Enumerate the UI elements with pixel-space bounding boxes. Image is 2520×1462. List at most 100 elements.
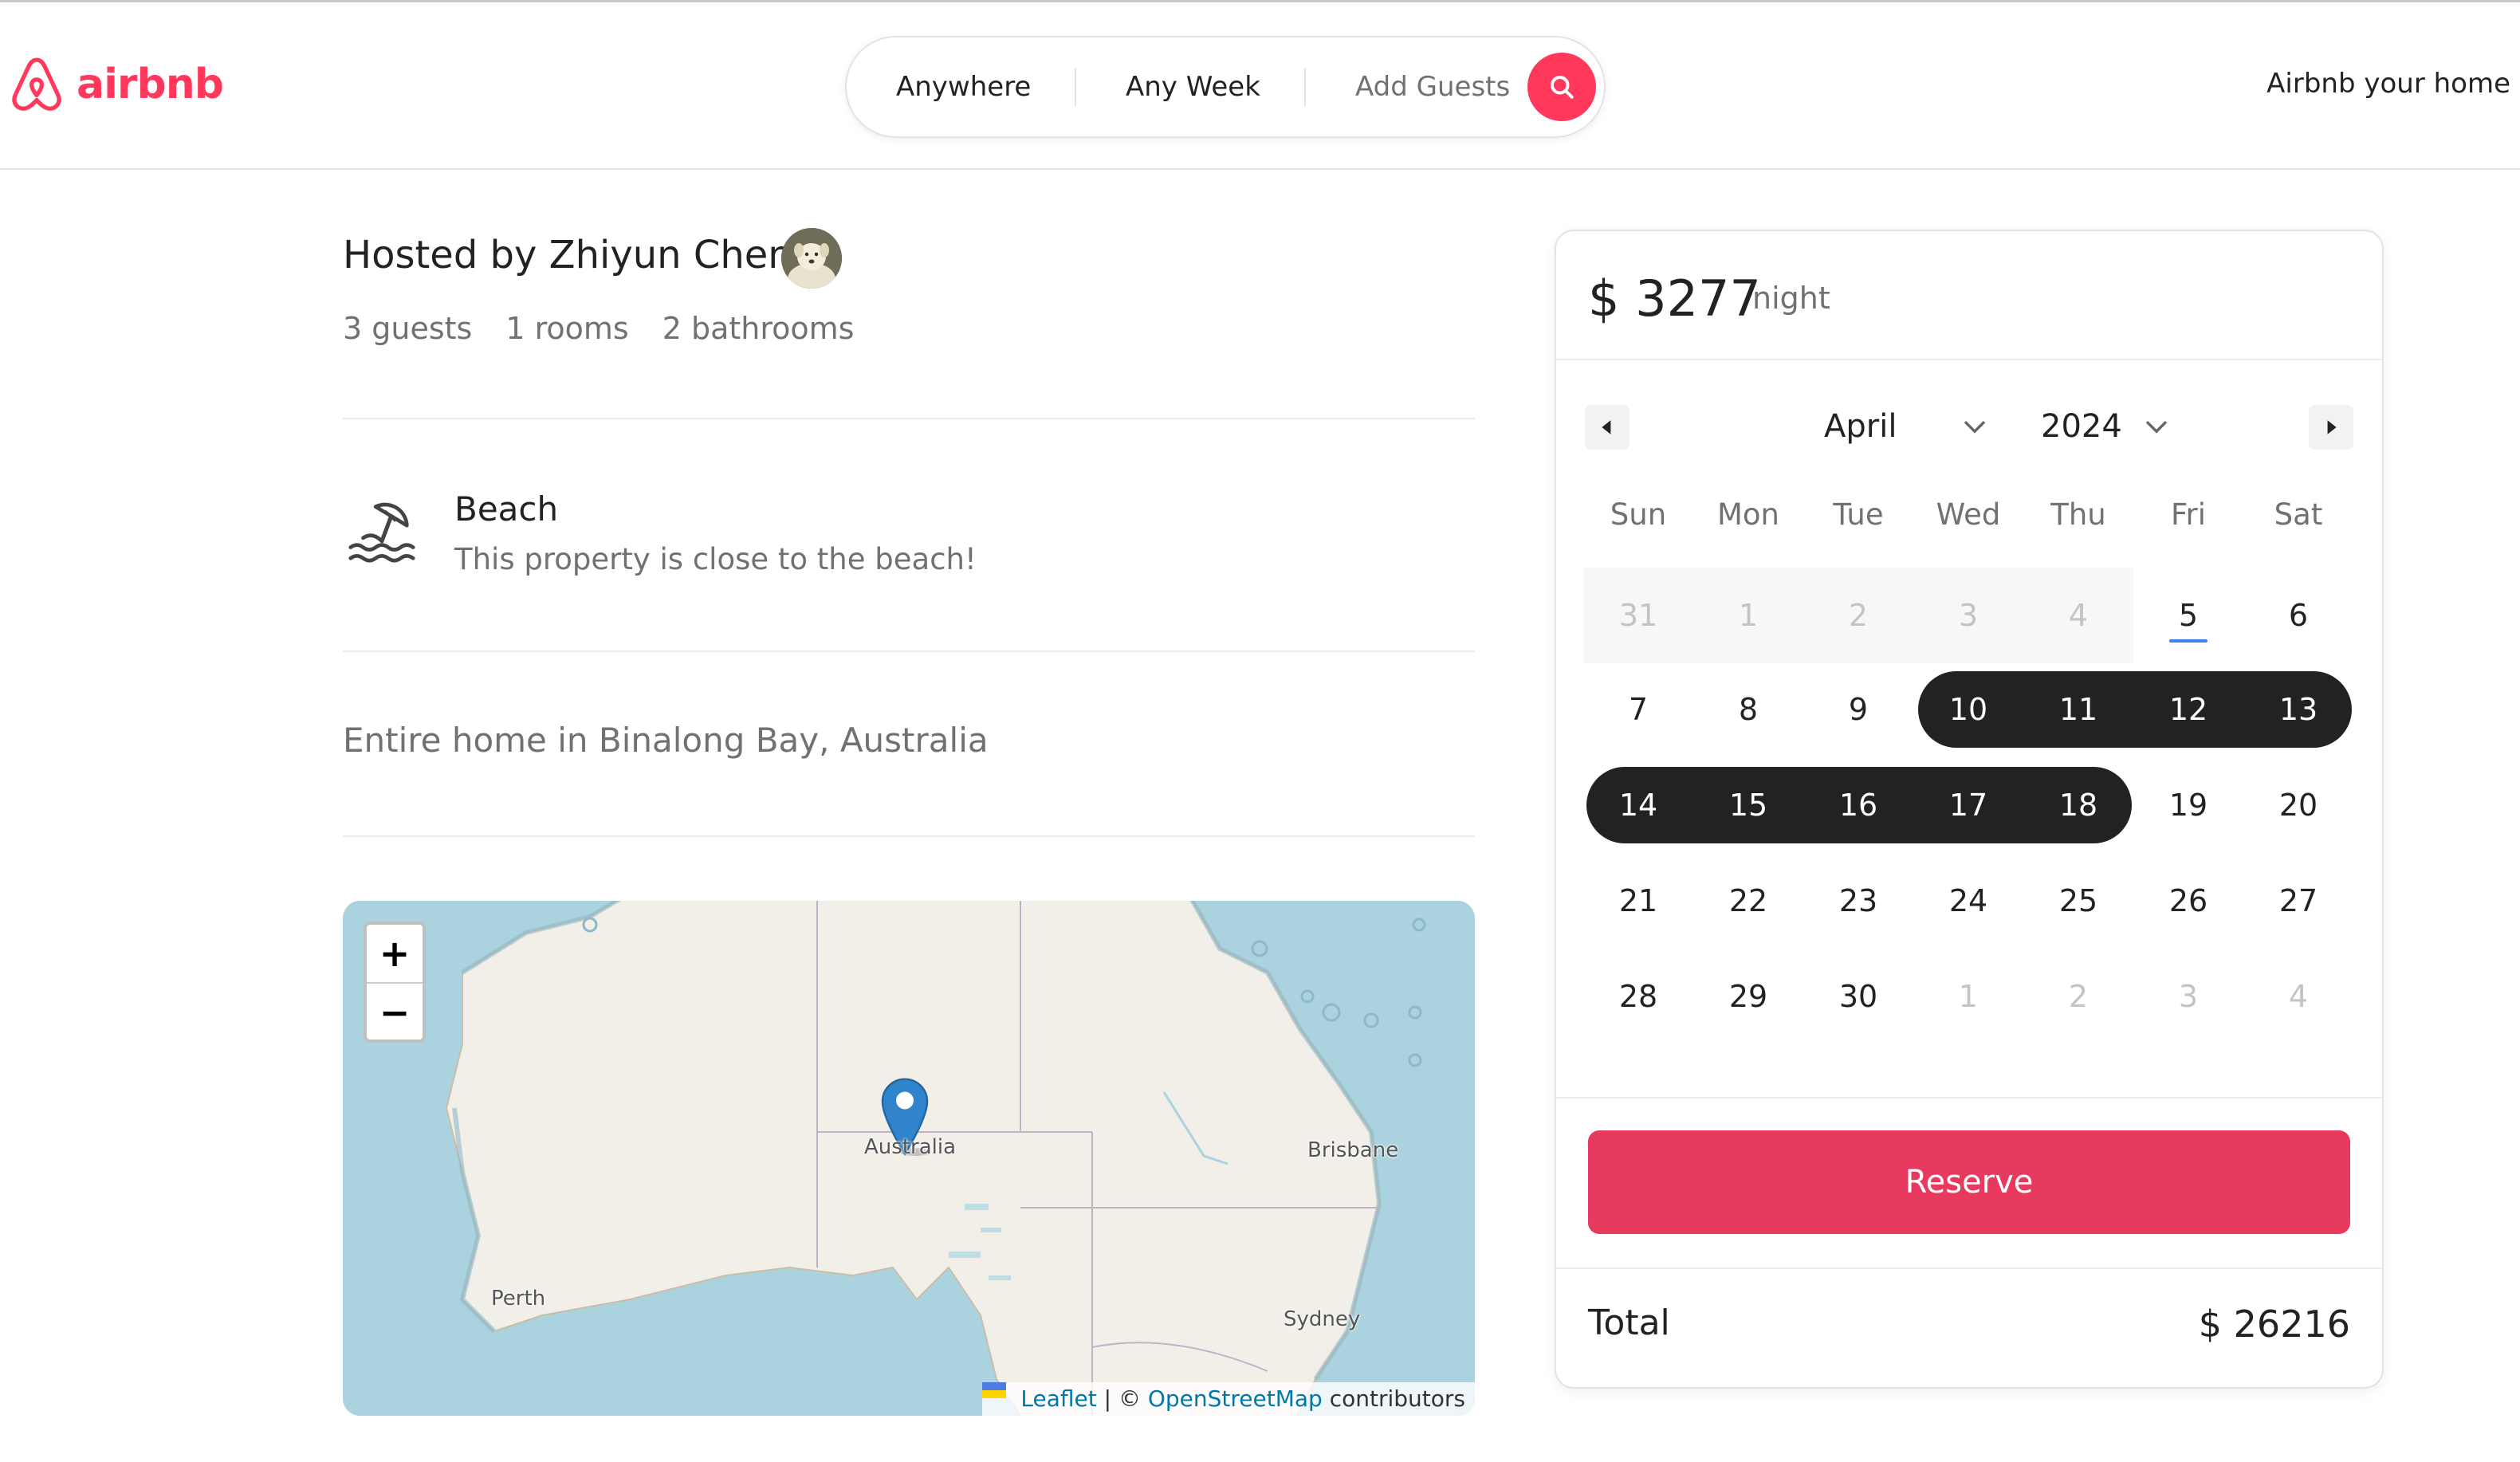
calendar-day[interactable]: 8 — [1693, 671, 1803, 748]
weekday-label: Tue — [1833, 497, 1884, 532]
attribution-separator: | © — [1096, 1385, 1148, 1412]
map-label-australia: Australia — [864, 1135, 957, 1159]
divider — [343, 418, 1475, 419]
calendar-day[interactable]: 9 — [1803, 671, 1913, 748]
calendar-day[interactable]: 6 — [2243, 577, 2353, 654]
calendar-day-selected[interactable]: 10 — [1913, 671, 2023, 748]
divider — [343, 835, 1475, 837]
airbnb-logo-icon — [12, 57, 61, 111]
search-location-button[interactable]: Anywhere — [896, 37, 1031, 136]
calendar-day: 1 — [1738, 598, 1759, 633]
calendar-day[interactable]: 19 — [2133, 767, 2243, 843]
search-divider — [1075, 68, 1076, 106]
nightly-price: $ 3277 — [1588, 269, 1761, 328]
year-select[interactable]: 2024 — [2041, 408, 2122, 445]
beach-umbrella-icon — [344, 494, 419, 572]
reserve-button[interactable]: Reserve — [1588, 1130, 2350, 1234]
month-select[interactable]: April — [1824, 408, 1897, 445]
calendar-day-selected[interactable]: 14 — [1583, 767, 1693, 843]
zoom-out-button[interactable]: − — [367, 984, 423, 1041]
calendar-day[interactable]: 25 — [2023, 863, 2133, 939]
search-bar[interactable]: Anywhere Any Week Add Guests — [845, 36, 1606, 138]
calendar-day[interactable]: 27 — [2243, 863, 2353, 939]
map-attribution: Leaflet | © OpenStreetMap contributors — [982, 1382, 1475, 1416]
host-avatar[interactable] — [781, 228, 842, 289]
search-week-button[interactable]: Any Week — [1126, 37, 1260, 136]
chevron-down-icon — [2145, 421, 2168, 434]
map-label-perth: Perth — [491, 1287, 546, 1311]
chevron-down-icon — [1964, 421, 1986, 434]
calendar-day: 3 — [1958, 598, 1979, 633]
feature-description: This property is close to the beach! — [454, 542, 977, 576]
calendar-day[interactable]: 21 — [1583, 863, 1693, 939]
card-divider — [1556, 1267, 2382, 1269]
calendar-day-selected[interactable]: 17 — [1913, 767, 2023, 843]
search-divider — [1304, 68, 1306, 106]
stat-guests: 3 guests — [343, 311, 473, 346]
calendar-day-selected[interactable]: 13 — [2243, 671, 2353, 748]
calendar-day: 31 — [1618, 598, 1658, 633]
calendar-day-selected[interactable]: 18 — [2023, 767, 2133, 843]
calendar-day: 4 — [2288, 979, 2309, 1014]
prev-month-button[interactable] — [1585, 405, 1630, 450]
listing-stats: 3 guests 1 rooms 2 bathrooms — [343, 311, 854, 346]
calendar-day: 1 — [1958, 979, 1979, 1014]
total-value: $ 26216 — [2198, 1303, 2350, 1346]
calendar-day-selected[interactable]: 11 — [2023, 671, 2133, 748]
feature-title: Beach — [454, 489, 559, 529]
airbnb-logo[interactable]: airbnb — [6, 52, 224, 117]
total-label: Total — [1588, 1303, 1670, 1343]
next-month-button[interactable] — [2309, 405, 2353, 450]
search-guests-button[interactable]: Add Guests — [1355, 37, 1510, 136]
map-label-brisbane: Brisbane — [1307, 1138, 1399, 1162]
search-icon — [1551, 76, 1574, 99]
calendar-day[interactable]: 29 — [1693, 958, 1803, 1035]
host-title: Hosted by Zhiyun Chen — [343, 233, 792, 277]
calendar-day[interactable]: 24 — [1913, 863, 2023, 939]
weekday-label: Thu — [2050, 497, 2106, 532]
card-divider — [1556, 1097, 2382, 1098]
airbnb-your-home-link[interactable]: Airbnb your home — [2266, 68, 2510, 100]
calendar-day[interactable]: 7 — [1583, 671, 1693, 748]
calendar-day: 4 — [2068, 598, 2089, 633]
calendar-day: 2 — [2068, 979, 2089, 1014]
weekday-label: Mon — [1716, 497, 1779, 532]
map[interactable]: + − Australia Brisbane Perth Sydney Leaf… — [343, 901, 1475, 1416]
zoom-control: + − — [364, 922, 426, 1043]
calendar-day-selected[interactable]: 16 — [1803, 767, 1913, 843]
weekday-label: Sun — [1610, 497, 1667, 532]
map-label-sydney: Sydney — [1284, 1307, 1361, 1331]
host-avatar-image — [781, 228, 842, 289]
stat-rooms: 1 rooms — [505, 311, 629, 346]
weekday-label: Fri — [2170, 497, 2207, 532]
search-button[interactable] — [1527, 53, 1596, 121]
caret-left-icon — [1602, 420, 1611, 434]
calendar-day: 2 — [1848, 598, 1869, 633]
calendar-day[interactable]: 26 — [2133, 863, 2243, 939]
today-indicator — [2169, 639, 2207, 643]
weekday-label: Wed — [1936, 497, 2001, 532]
zoom-in-button[interactable]: + — [367, 925, 423, 984]
calendar-day[interactable]: 22 — [1693, 863, 1803, 939]
calendar-day-selected[interactable]: 12 — [2133, 671, 2243, 748]
divider — [343, 650, 1475, 652]
calendar-day[interactable]: 30 — [1803, 958, 1913, 1035]
calendar-day[interactable]: 28 — [1583, 958, 1693, 1035]
caret-right-icon — [2327, 420, 2337, 434]
listing-location: Entire home in Binalong Bay, Australia — [343, 721, 989, 760]
calendar-day-selected[interactable]: 15 — [1693, 767, 1803, 843]
ukraine-flag-icon — [982, 1382, 1016, 1408]
calendar-day[interactable]: 20 — [2243, 767, 2353, 843]
logo-text: airbnb — [77, 61, 224, 108]
leaflet-link[interactable]: Leaflet — [1020, 1385, 1096, 1412]
calendar-day[interactable]: 23 — [1803, 863, 1913, 939]
weekday-label: Sat — [2274, 497, 2323, 532]
booking-card: $ 3277 night April 2024 Sun Mon Tue Wed … — [1555, 230, 2384, 1389]
card-divider — [1556, 359, 2382, 360]
openstreetmap-link[interactable]: OpenStreetMap — [1148, 1385, 1323, 1412]
price-unit: night — [1752, 281, 1830, 316]
attribution-contributors: contributors — [1322, 1385, 1465, 1412]
header: airbnb Anywhere Any Week Add Guests Airb… — [0, 2, 2520, 170]
stat-bathrooms: 2 bathrooms — [662, 311, 855, 346]
calendar-day: 3 — [2178, 979, 2199, 1014]
